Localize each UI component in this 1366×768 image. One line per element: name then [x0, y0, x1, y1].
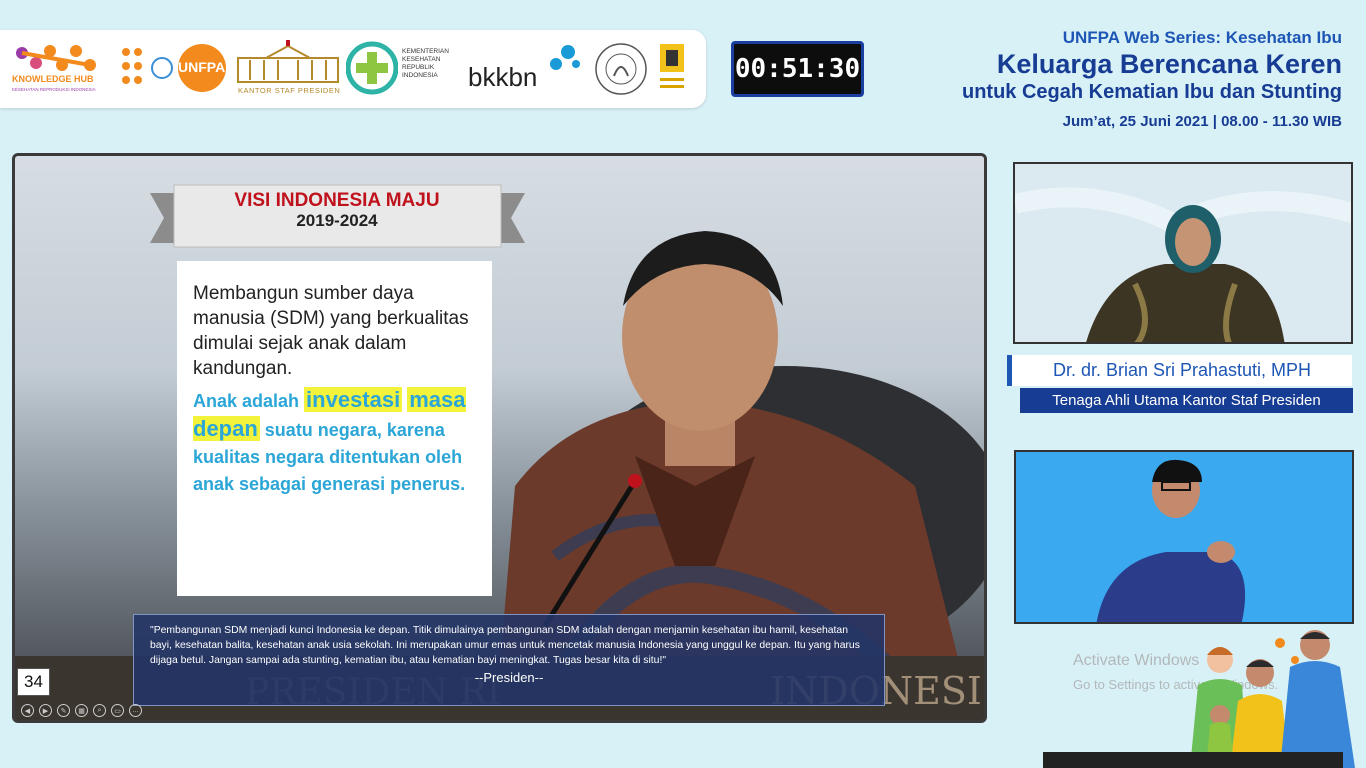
quote-signature: --Presiden--	[474, 670, 544, 685]
interpreter-illustration	[1016, 452, 1352, 622]
event-title-block: UNFPA Web Series: Kesehatan Ibu Keluarga…	[822, 28, 1342, 130]
knowledge-hub-label: KNOWLEDGE HUB	[12, 74, 94, 84]
vision-card-paragraph: Membangun sumber daya manusia (SDM) yang…	[193, 283, 469, 379]
callout-highlight-investasi: investasi	[304, 387, 403, 412]
taskbar-strip	[1043, 752, 1343, 768]
event-subheadline: untuk Cegah Kematian Ibu dan Stunting	[962, 81, 1342, 103]
vision-card: Membangun sumber daya manusia (SDM) yang…	[177, 261, 492, 596]
zoom-icon[interactable]: ⌕	[93, 704, 106, 717]
bkkbn-label: bkkbn	[468, 62, 538, 92]
event-headline: Keluarga Berencana Keren	[996, 49, 1342, 79]
next-slide-icon[interactable]: ▶	[39, 704, 52, 717]
bkkbn-mark-icon	[550, 45, 580, 70]
presentation-slide: PRESIDEN RI INDONESI VISI INDONESIA MAJU…	[12, 153, 987, 723]
university-seal-logo	[595, 43, 647, 95]
family-illustration	[1190, 630, 1355, 768]
knowledge-hub-sublabel: KESEHATAN REPRODUKSI INDONESIA	[12, 87, 96, 92]
slide-number: 34	[17, 668, 50, 696]
faculty-logo	[660, 44, 684, 88]
ksp-palace-logo	[237, 40, 339, 83]
kemenkes-label: KEMENTERIAN KESEHATAN REPUBLIK INDONESIA	[402, 48, 449, 79]
subtitles-icon[interactable]: ▭	[111, 704, 124, 717]
unfpa-label: UNFPA	[178, 59, 226, 75]
vision-banner-text: VISI INDONESIA MAJU 2019-2024	[177, 191, 497, 231]
vision-banner-years: 2019-2024	[296, 211, 378, 230]
ksp-label: KANTOR STAF PRESIDEN	[238, 86, 341, 95]
speaker-video	[1013, 162, 1353, 344]
more-options-icon[interactable]: …	[129, 704, 142, 717]
previous-slide-icon[interactable]: ◀	[21, 704, 34, 717]
kemenkes-logo	[346, 41, 398, 95]
event-series: UNFPA Web Series: Kesehatan Ibu	[1062, 28, 1342, 47]
knowledge-hub-logo	[16, 45, 96, 71]
president-quote: "Pembangunan SDM menjadi kunci Indonesia…	[150, 625, 860, 666]
sign-language-interpreter-video	[1014, 450, 1354, 624]
vision-banner-title: VISI INDONESIA MAJU	[234, 190, 440, 211]
vision-card-callout: Anak adalah investasi masa depan suatu n…	[193, 386, 483, 498]
event-dateline: Jum’at, 25 Juni 2021 | 08.00 - 11.30 WIB	[1062, 113, 1342, 130]
slideshow-toolbar: ◀ ▶ ✎ ▦ ⌕ ▭ …	[21, 704, 142, 720]
sponsor-logo-bar: KNOWLEDGE HUB KESEHATAN REPRODUKSI INDON…	[0, 30, 706, 108]
president-quote-box: "Pembangunan SDM menjadi kunci Indonesia…	[133, 614, 885, 706]
callout-prefix: Anak adalah	[193, 391, 305, 411]
pen-icon[interactable]: ✎	[57, 704, 70, 717]
speaker-role: Tenaga Ahli Utama Kantor Staf Presiden	[1020, 388, 1353, 413]
speaker-name: Dr. dr. Brian Sri Prahastuti, MPH	[1007, 355, 1352, 386]
slides-grid-icon[interactable]: ▦	[75, 704, 88, 717]
speaker-video-illustration	[1015, 164, 1351, 342]
